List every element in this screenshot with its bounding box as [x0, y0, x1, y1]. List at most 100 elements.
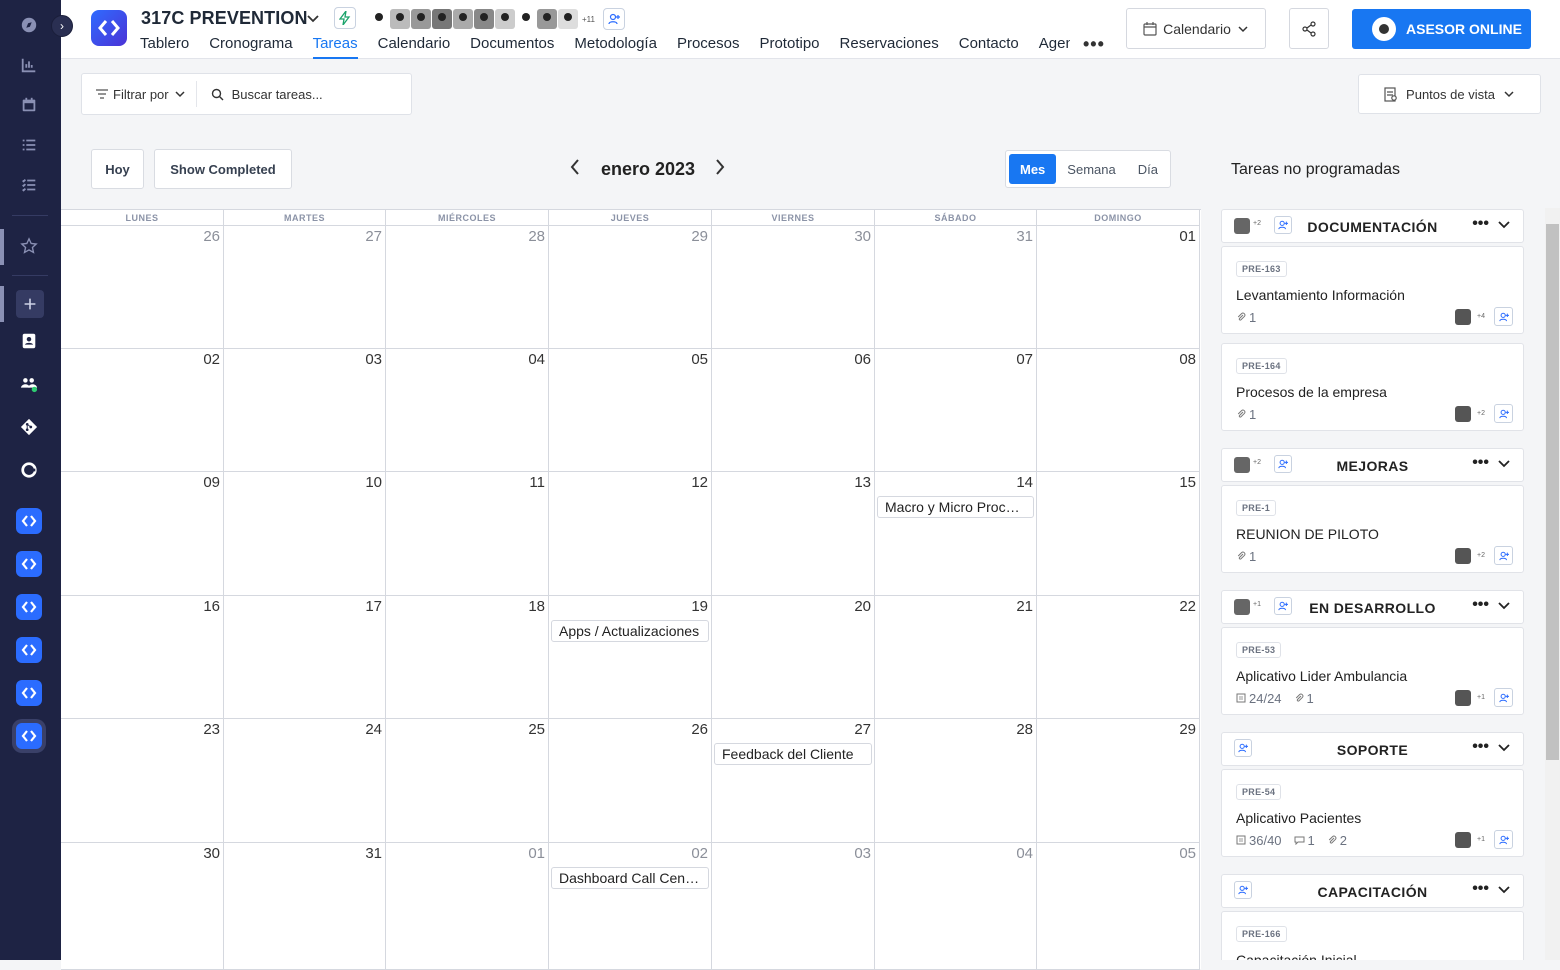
calendar-day-cell[interactable]: 17	[224, 596, 386, 719]
project-logo-icon[interactable]	[16, 508, 42, 534]
team-icon[interactable]	[14, 369, 44, 399]
calendar-day-cell[interactable]: 27	[224, 226, 386, 349]
calendar-day-cell[interactable]: 05	[549, 349, 712, 472]
panel-scrollbar[interactable]	[1545, 208, 1560, 960]
add-assignee-icon[interactable]	[1494, 404, 1513, 423]
calendar-day-cell[interactable]: 25	[386, 719, 549, 843]
chevron-down-icon[interactable]	[1497, 598, 1511, 617]
add-member-icon[interactable]	[602, 8, 625, 30]
calendar-day-cell[interactable]: 21	[875, 596, 1037, 719]
contacts-icon[interactable]	[14, 326, 44, 356]
points-of-view-button[interactable]: Puntos de vista	[1358, 74, 1541, 114]
group-menu-icon[interactable]: •••	[1472, 738, 1489, 756]
task-group-header[interactable]: +2 DOCUMENTACIÓN •••	[1221, 209, 1524, 243]
tab-cronograma[interactable]: Cronograma	[209, 35, 292, 59]
calendar-day-cell[interactable]: 19 Apps / Actualizaciones	[549, 596, 712, 719]
chevron-down-icon[interactable]	[1497, 740, 1511, 759]
calendar-day-cell[interactable]: 07	[875, 349, 1037, 472]
project-title[interactable]: 317C PREVENTION	[141, 8, 308, 29]
chevron-down-icon[interactable]	[1497, 456, 1511, 475]
calendar-day-cell[interactable]: 16	[61, 596, 224, 719]
scrollbar-thumb[interactable]	[1546, 224, 1559, 760]
calendar-day-cell[interactable]: 04	[875, 843, 1037, 970]
calendar-day-cell[interactable]: 20	[712, 596, 875, 719]
project-logo-icon[interactable]	[16, 594, 42, 620]
bolt-icon[interactable]	[334, 7, 356, 29]
add-workspace-icon[interactable]	[16, 290, 44, 318]
group-menu-icon[interactable]: •••	[1472, 454, 1489, 472]
member-avatars[interactable]: +11	[369, 8, 625, 30]
calendar-day-cell[interactable]: 01	[1037, 226, 1200, 349]
filter-dropdown[interactable]: Filtrar por	[82, 81, 197, 107]
task-card[interactable]: PRE-1 REUNION DE PILOTO 1 +2	[1221, 485, 1524, 573]
explore-icon[interactable]	[14, 10, 44, 40]
calendar-event[interactable]: Dashboard Call Center	[551, 867, 709, 889]
calendar-event[interactable]: Apps / Actualizaciones	[551, 620, 709, 642]
calendar-day-cell[interactable]: 29	[1037, 719, 1200, 843]
task-card[interactable]: PRE-53 Aplicativo Lider Ambulancia 24/24 1 +…	[1221, 627, 1524, 715]
task-card[interactable]: PRE-166 Capacitación Inicial	[1221, 911, 1524, 960]
chevron-down-icon[interactable]	[1497, 217, 1511, 236]
calendar-day-cell[interactable]: 31	[224, 843, 386, 970]
favorites-star-icon[interactable]	[14, 231, 44, 261]
calendar-day-cell[interactable]: 15	[1037, 472, 1200, 596]
expand-sidebar-button[interactable]: ›	[51, 15, 73, 37]
calendar-day-cell[interactable]: 24	[224, 719, 386, 843]
add-assignee-icon[interactable]	[1494, 830, 1513, 849]
calendar-day-cell[interactable]: 14 Macro y Micro Procesos	[875, 472, 1037, 596]
tab-tareas[interactable]: Tareas	[312, 35, 358, 59]
task-group-header[interactable]: +1 EN DESARROLLO •••	[1221, 590, 1524, 624]
more-tabs-icon[interactable]: •••	[1083, 34, 1105, 55]
tab-documentos[interactable]: Documentos	[470, 35, 554, 59]
calendar-day-cell[interactable]: 08	[1037, 349, 1200, 472]
calendar-day-cell[interactable]: 10	[224, 472, 386, 596]
calendar-day-cell[interactable]: 02	[61, 349, 224, 472]
calendar-day-cell[interactable]: 31	[875, 226, 1037, 349]
project-logo-icon[interactable]	[16, 680, 42, 706]
show-completed-button[interactable]: Show Completed	[154, 149, 292, 189]
calendar-day-cell[interactable]: 23	[61, 719, 224, 843]
calendar-event[interactable]: Macro y Micro Procesos	[877, 496, 1034, 518]
tab-metodologia[interactable]: Metodología	[574, 35, 657, 59]
add-assignee-icon[interactable]	[1494, 688, 1513, 707]
add-assignee-icon[interactable]	[1494, 546, 1513, 565]
calendar-day-cell[interactable]: 13	[712, 472, 875, 596]
calendar-day-cell[interactable]: 30	[712, 226, 875, 349]
view-month-button[interactable]: Mes	[1009, 154, 1057, 184]
task-group-header[interactable]: CAPACITACIÓN •••	[1221, 874, 1524, 908]
add-assignee-icon[interactable]	[1494, 307, 1513, 326]
calendar-day-cell[interactable]: 27 Feedback del Cliente	[712, 719, 875, 843]
tab-procesos[interactable]: Procesos	[677, 35, 740, 59]
calendar-day-cell[interactable]: 26	[61, 226, 224, 349]
calendar-day-cell[interactable]: 22	[1037, 596, 1200, 719]
calendar-day-cell[interactable]: 18	[386, 596, 549, 719]
search-input[interactable]	[231, 86, 372, 102]
chevron-down-icon[interactable]	[305, 10, 321, 31]
calendar-day-cell[interactable]: 01	[386, 843, 549, 970]
calendar-day-cell[interactable]: 03	[224, 349, 386, 472]
tab-calendario[interactable]: Calendario	[378, 35, 451, 59]
project-logo-icon[interactable]	[16, 723, 42, 749]
group-menu-icon[interactable]: •••	[1472, 596, 1489, 614]
today-button[interactable]: Hoy	[91, 149, 144, 189]
calendar-icon[interactable]	[14, 90, 44, 120]
calendar-day-cell[interactable]: 26	[549, 719, 712, 843]
calendar-dropdown-button[interactable]: Calendario	[1126, 8, 1266, 49]
asesor-online-button[interactable]: ASESOR ONLINE	[1352, 9, 1531, 49]
calendar-day-cell[interactable]: 28	[875, 719, 1037, 843]
next-month-icon[interactable]	[714, 158, 726, 181]
chevron-down-icon[interactable]	[1497, 882, 1511, 901]
tab-tablero[interactable]: Tablero	[140, 35, 189, 59]
calendar-day-cell[interactable]: 05	[1037, 843, 1200, 970]
tab-prototipo[interactable]: Prototipo	[759, 35, 819, 59]
tab-agenda[interactable]: Agenda	[1039, 35, 1070, 59]
calendar-day-cell[interactable]: 09	[61, 472, 224, 596]
group-menu-icon[interactable]: •••	[1472, 215, 1489, 233]
calendar-day-cell[interactable]: 12	[549, 472, 712, 596]
list-icon[interactable]	[14, 130, 44, 160]
checklist-icon[interactable]	[14, 170, 44, 200]
project-logo-icon[interactable]	[16, 637, 42, 663]
tab-contacto[interactable]: Contacto	[959, 35, 1019, 59]
task-card[interactable]: PRE-54 Aplicativo Pacientes 36/40 1 2 +1	[1221, 769, 1524, 857]
tab-reservaciones[interactable]: Reservaciones	[840, 35, 939, 59]
